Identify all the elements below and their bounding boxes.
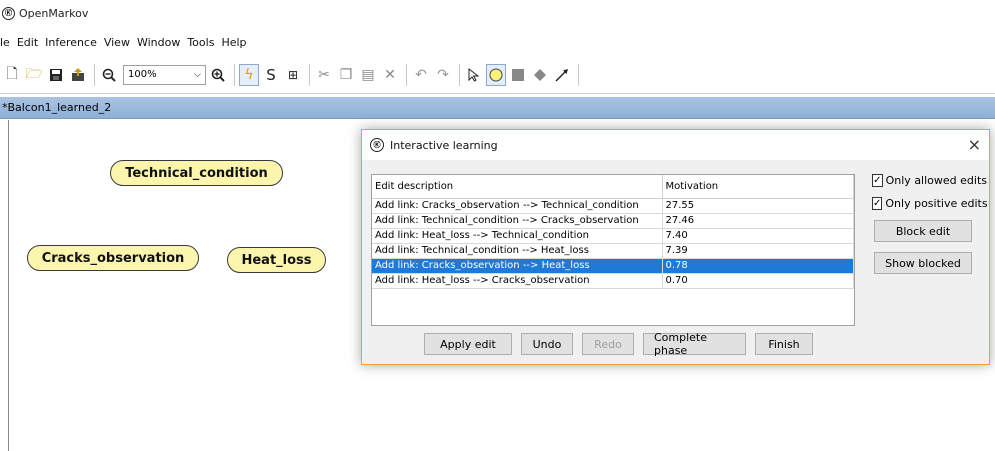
- undo-button[interactable]: Undo: [521, 333, 573, 355]
- app-title: OpenMarkov: [19, 6, 89, 20]
- close-icon[interactable]: ×: [968, 135, 981, 154]
- diamond-node-icon[interactable]: [530, 64, 550, 86]
- s-icon[interactable]: S: [261, 64, 281, 86]
- motivation-cell: 27.46: [662, 213, 854, 229]
- motivation-cell: 0.78: [662, 258, 854, 274]
- circle-node-icon[interactable]: [486, 63, 506, 86]
- menu-tools[interactable]: Tools: [187, 36, 214, 49]
- menu-view[interactable]: View: [104, 36, 130, 49]
- motivation-cell: 27.55: [662, 198, 854, 214]
- toolbar: 🗋 🗁 100% ⌵ ϟ S ⊞ ✂ ❐ ▤ ✕ ↶ ↷: [0, 56, 995, 94]
- edit-description-cell: Add link: Heat_loss --> Cracks_observati…: [372, 273, 663, 289]
- redo-icon[interactable]: ↷: [433, 64, 453, 86]
- table-row[interactable]: Add link: Heat_loss --> Technical_condit…: [372, 228, 854, 244]
- only-positive-edits-label: Only positive edits: [885, 197, 988, 210]
- table-row[interactable]: Add link: Heat_loss --> Cracks_observati…: [372, 273, 854, 289]
- paste-icon[interactable]: ▤: [358, 64, 378, 86]
- document-tab[interactable]: *Balcon1_learned_2: [2, 101, 111, 114]
- delete-icon[interactable]: ✕: [380, 64, 400, 86]
- zoom-value: 100%: [128, 69, 157, 80]
- zoom-out-icon[interactable]: [99, 64, 119, 86]
- zoom-select[interactable]: 100% ⌵: [123, 64, 206, 85]
- menubar: le Edit Inference View Window Tools Help: [0, 33, 995, 51]
- edits-table: Edit description Motivation Add link: Cr…: [371, 174, 855, 326]
- block-edit-button[interactable]: Block edit: [874, 220, 972, 242]
- interactive-learning-dialog: Ⓚ Interactive learning × Edit descriptio…: [361, 129, 990, 365]
- network-icon[interactable]: ⊞: [283, 64, 303, 86]
- menu-file[interactable]: le: [0, 36, 10, 49]
- toolbar-separator: [309, 63, 310, 86]
- toolbar-separator: [94, 63, 95, 86]
- copy-icon[interactable]: ❐: [336, 64, 356, 86]
- table-row[interactable]: Add link: Technical_condition --> Cracks…: [372, 213, 854, 229]
- app-titlebar: Ⓚ OpenMarkov: [0, 0, 995, 26]
- menu-edit[interactable]: Edit: [17, 36, 38, 49]
- zoom-in-icon[interactable]: [208, 64, 228, 86]
- node-technical-condition[interactable]: Technical_condition: [110, 160, 283, 186]
- menu-window[interactable]: Window: [137, 36, 180, 49]
- only-allowed-edits-label: Only allowed edits: [885, 174, 987, 187]
- openmarkov-logo-icon: Ⓚ: [2, 6, 15, 20]
- edit-description-cell: Add link: Technical_condition --> Cracks…: [372, 213, 663, 229]
- menu-inference[interactable]: Inference: [45, 36, 97, 49]
- pointer-icon[interactable]: [464, 64, 484, 86]
- edit-description-cell: Add link: Technical_condition --> Heat_l…: [372, 243, 663, 259]
- open-folder-icon[interactable]: 🗁: [24, 64, 44, 86]
- undo-icon[interactable]: ↶: [411, 64, 431, 86]
- only-allowed-edits-checkbox[interactable]: ✓: [872, 174, 883, 187]
- toolbar-separator: [406, 63, 407, 86]
- dialog-title: Interactive learning: [390, 138, 498, 152]
- only-positive-edits-option[interactable]: ✓ Only positive edits: [872, 197, 988, 210]
- dialog-titlebar: Ⓚ Interactive learning ×: [362, 130, 989, 160]
- column-header-motivation[interactable]: Motivation: [662, 175, 854, 199]
- chevron-down-icon: ⌵: [194, 69, 201, 80]
- column-header-edit-description[interactable]: Edit description: [372, 175, 663, 199]
- toolbar-separator: [459, 63, 460, 86]
- table-header-row: Edit description Motivation: [372, 175, 854, 199]
- upload-icon[interactable]: [68, 64, 88, 86]
- show-blocked-button[interactable]: Show blocked: [874, 252, 972, 274]
- apply-edit-button[interactable]: Apply edit: [424, 333, 512, 355]
- dialog-button-row: Apply edit Undo Redo Complete phase Fini…: [424, 331, 822, 357]
- node-heat-loss[interactable]: Heat_loss: [227, 247, 326, 273]
- redo-button[interactable]: Redo: [582, 333, 634, 355]
- only-positive-edits-checkbox[interactable]: ✓: [872, 197, 883, 210]
- menu-help[interactable]: Help: [221, 36, 246, 49]
- complete-phase-button[interactable]: Complete phase: [643, 331, 746, 357]
- toolbar-separator: [578, 63, 579, 86]
- square-node-icon[interactable]: [508, 64, 528, 86]
- flash-icon[interactable]: ϟ: [239, 63, 259, 86]
- only-allowed-edits-option[interactable]: ✓ Only allowed edits: [872, 174, 987, 187]
- table-row-selected[interactable]: Add link: Cracks_observation --> Heat_lo…: [372, 258, 854, 274]
- new-file-icon[interactable]: 🗋: [2, 64, 22, 86]
- options-panel: ✓ Only allowed edits ✓ Only positive edi…: [872, 174, 988, 284]
- edit-description-cell: Add link: Cracks_observation --> Heat_lo…: [372, 258, 663, 274]
- toolbar-separator: [234, 63, 235, 86]
- save-icon[interactable]: [46, 64, 66, 86]
- link-arrow-icon[interactable]: [552, 64, 572, 86]
- table-row[interactable]: Add link: Technical_condition --> Heat_l…: [372, 243, 854, 259]
- cut-icon[interactable]: ✂: [314, 64, 334, 86]
- table-row[interactable]: Add link: Cracks_observation --> Technic…: [372, 198, 854, 214]
- motivation-cell: 7.40: [662, 228, 854, 244]
- motivation-cell: 7.39: [662, 243, 854, 259]
- node-cracks-observation[interactable]: Cracks_observation: [27, 245, 199, 271]
- finish-button[interactable]: Finish: [755, 333, 813, 355]
- document-tab-bar: *Balcon1_learned_2: [0, 97, 995, 119]
- edit-description-cell: Add link: Cracks_observation --> Technic…: [372, 198, 663, 214]
- motivation-cell: 0.70: [662, 273, 854, 289]
- openmarkov-logo-icon: Ⓚ: [370, 138, 384, 152]
- edit-description-cell: Add link: Heat_loss --> Technical_condit…: [372, 228, 663, 244]
